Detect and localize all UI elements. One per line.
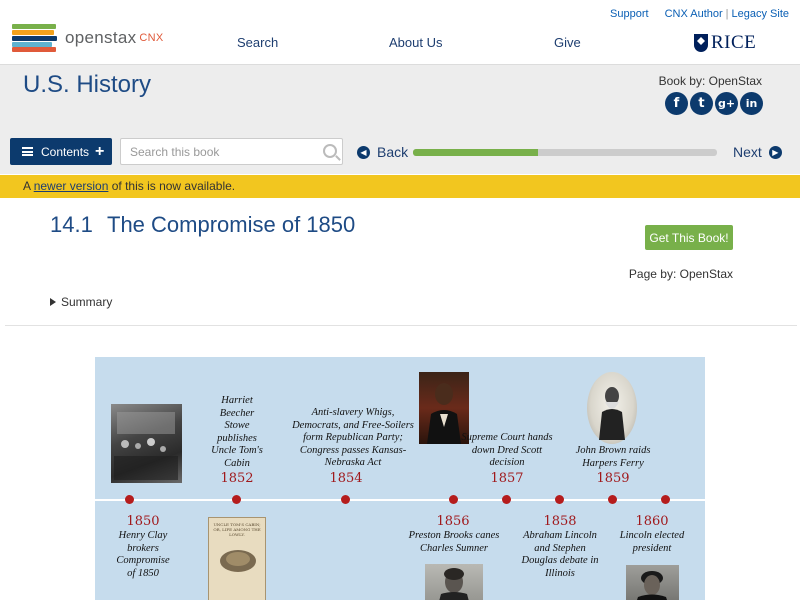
timeline-figure: UNCLE TOM'S CABIN; OR, LIFE AMONG THE LO… [95,357,705,600]
page-by: Page by: OpenStax [628,267,733,281]
google-plus-icon[interactable]: g+ [715,92,738,115]
event-year: 1857 [490,471,524,486]
book-search-input[interactable] [121,139,311,164]
twitter-icon[interactable]: t [690,92,713,115]
summary-toggle[interactable]: Summary [50,295,112,309]
john-brown-portrait-image [587,372,637,444]
rice-logo[interactable]: RICE [694,32,756,54]
list-icon [22,147,33,156]
chevron-right-icon: ▶ [768,145,782,159]
contents-button[interactable]: Contents + [10,138,112,165]
event-text: Supreme Court hands down Dred Scott deci… [461,432,553,468]
event-year: 1854 [329,471,363,486]
legacy-site-link[interactable]: Legacy Site [732,8,789,20]
event-text: Anti-slavery Whigs, Democrats, and Free-… [292,407,414,468]
book-by: Book by: OpenStax [658,74,762,88]
divider [5,325,797,326]
openstax-logo-icon [12,24,58,52]
event-text: Preston Brooks canes Charles Sumner [408,530,500,554]
utility-separator: | [725,8,729,20]
site-header: openstax CNX Support CNX Author | Legacy … [0,0,800,64]
uncle-toms-cabin-cover-image: UNCLE TOM'S CABIN; OR, LIFE AMONG THE LO… [208,517,266,600]
event-text: Harriet Beecher Stowe publishes Uncle To… [211,395,263,469]
event-year: 1856 [436,514,470,529]
next-label: Next [733,144,762,160]
rice-shield-icon [694,34,708,52]
nav-search[interactable]: Search [237,35,278,50]
search-icon[interactable] [323,144,337,158]
back-label: Back [377,144,409,160]
event-year: 1858 [543,514,577,529]
book-cover-text: UNCLE TOM'S CABIN; OR, LIFE AMONG THE LO… [213,522,261,537]
event-text: John Brown raids Harpers Ferry [575,445,651,469]
contents-label: Contents [41,144,90,159]
facebook-icon[interactable]: f [665,92,688,115]
timeline-dot [608,495,617,504]
event-year: 1859 [596,471,630,486]
book-progress-bar [413,149,717,156]
next-button[interactable]: Next ▶ [733,144,782,160]
timeline-dot [125,495,134,504]
book-search [120,138,343,165]
senate-painting-image [111,404,182,483]
timeline-dot [502,495,511,504]
newer-version-notice: A newer version of this is now available… [0,175,800,198]
plus-icon: + [95,142,105,160]
event-text: Abraham Lincoln and Stephen Douglas deba… [521,530,599,579]
notice-suffix: of this is now available. [108,179,236,193]
linkedin-icon[interactable]: in [740,92,763,115]
nav-about-us[interactable]: About Us [389,35,442,50]
notice-prefix: A [23,179,34,193]
event-year: 1860 [635,514,669,529]
event-text: Henry Clay brokers Compromise of 1850 [116,530,170,579]
logo-wordmark: openstax CNX [65,28,164,47]
event-year: 1852 [220,471,254,486]
support-link[interactable]: Support [610,8,649,20]
nav-give[interactable]: Give [554,35,581,50]
lincoln-portrait-image [626,565,679,600]
timeline-dot [449,495,458,504]
newer-version-link[interactable]: newer version [34,179,109,193]
timeline-dot [232,495,241,504]
cnx-author-link[interactable]: CNX Author [665,8,723,20]
timeline-dot [661,495,670,504]
event-year: 1850 [126,514,160,529]
openstax-cnx-logo[interactable]: openstax CNX [12,24,164,52]
rice-wordmark: RICE [711,32,757,53]
book-title[interactable]: U.S. History [23,71,151,99]
caret-right-icon [50,298,56,306]
section-title: The Compromise of 1850 [107,212,356,237]
summary-label: Summary [61,295,113,309]
timeline-dot [341,495,350,504]
get-this-book-button[interactable]: Get This Book! [645,225,733,250]
progress-fill [413,149,538,156]
timeline-dot [555,495,564,504]
social-share: f t g+ in [665,92,763,115]
event-text: Lincoln elected president [619,530,685,554]
section-number: 14.1 [50,212,93,237]
charles-sumner-portrait-image [425,564,483,600]
book-header: U.S. History Book by: OpenStax f t g+ in… [0,64,800,174]
utility-links: Support CNX Author | Legacy Site [610,8,789,20]
chevron-left-icon: ◀ [357,145,370,159]
back-button[interactable]: ◀ Back [357,144,408,160]
